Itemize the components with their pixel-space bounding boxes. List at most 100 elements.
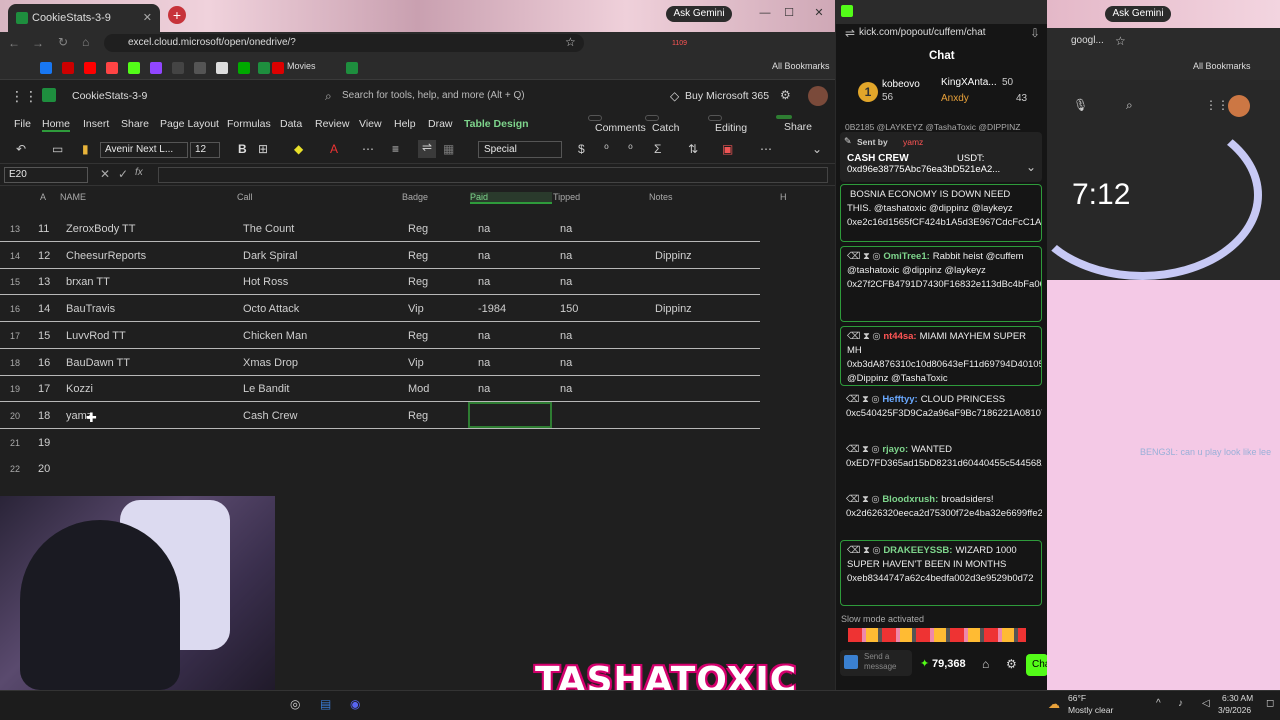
taskbar-notepad-icon[interactable]: ▤ (320, 697, 331, 711)
bookmark-icon-2[interactable] (216, 62, 228, 74)
right-address-bar[interactable]: googl... ☆ (1047, 28, 1280, 54)
right-avatar[interactable] (1228, 95, 1250, 117)
conditional-format-icon[interactable]: ▣ (722, 142, 733, 156)
menu-data[interactable]: Data (280, 118, 302, 130)
menu-view[interactable]: View (359, 118, 382, 130)
cell-index[interactable]: 14 (38, 296, 50, 322)
cell-index[interactable]: 19 (38, 430, 50, 456)
cell-notes[interactable]: Dippinz (655, 243, 692, 269)
table-row[interactable]: 19 17 Kozzi Le Bandit Mod na na (0, 376, 760, 403)
cell-badge[interactable]: Reg (408, 243, 428, 269)
menu-share[interactable]: Share (121, 118, 149, 130)
increase-decimal-icon[interactable]: ⁰ (628, 142, 633, 156)
cell-index[interactable]: 17 (38, 376, 50, 402)
chat-username[interactable]: OmiTree1: (883, 251, 929, 262)
mod-actions-icon[interactable]: ⌫ ⧗ ◎ (847, 251, 883, 262)
col-letter-a[interactable]: A (40, 192, 46, 204)
cell-call[interactable]: Le Bandit (243, 376, 289, 402)
chat-settings-icon[interactable]: ⚙ (1006, 657, 1017, 671)
cell-paid[interactable]: na (478, 323, 490, 349)
bookmark-icon-5[interactable] (346, 62, 358, 74)
decrease-decimal-icon[interactable]: ⁰ (604, 142, 609, 156)
editing-dropdown[interactable]: Editing (708, 115, 747, 134)
cell-call[interactable]: Dark Spiral (243, 243, 297, 269)
format-painter-icon[interactable]: ▮ (82, 142, 89, 156)
cell-index[interactable]: 12 (38, 243, 50, 269)
font-size-select[interactable]: 12 (190, 142, 220, 158)
back-icon[interactable]: ← (8, 36, 20, 50)
all-bookmarks[interactable]: All Bookmarks (772, 61, 830, 71)
cell-paid[interactable]: -1984 (478, 296, 506, 322)
cell-tipped[interactable]: na (560, 350, 572, 376)
minimize-icon[interactable]: — (758, 6, 772, 20)
menu-table-design[interactable]: Table Design (464, 118, 529, 130)
tab-cookiestats[interactable]: CookieStats-3-9 ✕ (8, 4, 160, 32)
taskbar-app-icon[interactable]: ◎ (290, 697, 300, 711)
name-box[interactable]: E20 (4, 167, 88, 183)
pinned-message[interactable]: ✎ Sent by yamz CASH CREW USDT: 0xd96e387… (840, 132, 1042, 182)
comments-button[interactable]: Comments (588, 115, 646, 134)
table-row[interactable]: 14 12 CheesurReports Dark Spiral Reg na na Dipp… (0, 243, 760, 269)
chat-message[interactable]: ⌫ ⧗ ◎ OmiTree1: Rabbit heist @cuffem @tas… (840, 246, 1042, 322)
table-row[interactable]: 16 14 BauTravis Octo Attack Vip -1984 150 Dippi… (0, 296, 760, 323)
cell-tipped[interactable]: 150 (560, 296, 578, 322)
facebook-icon[interactable] (40, 62, 52, 74)
bookmark-red-icon[interactable] (62, 62, 74, 74)
cell-name[interactable]: BauTravis (66, 296, 115, 322)
cell-call[interactable]: Chicken Man (243, 323, 307, 349)
notifications-icon[interactable]: ◻ (1266, 698, 1274, 709)
font-name-select[interactable]: Avenir Next L... (100, 142, 188, 158)
search-icon-right[interactable]: ⌕ (1126, 98, 1133, 113)
row-number[interactable]: 20 (0, 403, 30, 429)
collapse-ribbon-icon[interactable]: ⌄ (812, 142, 822, 156)
cell-notes[interactable]: Dippinz (655, 296, 692, 322)
merge-icon[interactable]: ▦ (443, 142, 454, 156)
align-icon[interactable]: ≡ (392, 142, 399, 156)
close-window-icon[interactable]: ✕ (812, 6, 826, 20)
col-letter-h[interactable]: H (780, 192, 787, 204)
chat-message[interactable]: ⌫ ⧗ ◎ Bloodxrush: broadsiders! 0x2d626320… (840, 490, 1042, 536)
clipboard-icon[interactable]: ▭ (52, 142, 63, 156)
cell-index[interactable]: 16 (38, 350, 50, 376)
store-icon[interactable]: ⌂ (982, 657, 989, 671)
discord-icon[interactable]: ◉ (350, 697, 360, 711)
cell-name[interactable]: LuvvRod TT (66, 323, 126, 349)
cancel-formula-icon[interactable]: ✕ (100, 167, 110, 181)
clock-date[interactable]: 3/9/2026 (1218, 705, 1251, 715)
leader-2-name[interactable]: KingXAnta... (941, 77, 997, 88)
cell-badge[interactable]: Mod (408, 376, 429, 402)
movies-icon[interactable] (272, 62, 284, 74)
cell-tipped[interactable]: na (560, 216, 572, 242)
speaker-icon[interactable]: ◁ (1202, 698, 1210, 709)
number-format-select[interactable]: Special (478, 141, 562, 158)
youtube-icon[interactable] (84, 62, 96, 74)
cell-tipped[interactable]: na (560, 323, 572, 349)
cell-paid[interactable]: na (478, 243, 490, 269)
borders-icon[interactable]: ⊞ (258, 142, 268, 156)
mic-icon[interactable]: 🎙 (1073, 98, 1088, 112)
toolbar-more-icon[interactable]: ⋯ (760, 142, 772, 156)
cell-badge[interactable]: Vip (408, 350, 424, 376)
cell-tipped[interactable]: na (560, 243, 572, 269)
row-number[interactable]: 17 (0, 323, 30, 349)
right-bookmark-star-icon[interactable]: ☆ (1115, 34, 1126, 48)
row-number[interactable]: 14 (0, 243, 30, 269)
row-number[interactable]: 16 (0, 296, 30, 322)
sort-filter-icon[interactable]: ⇅ (688, 142, 698, 156)
wrap-text-icon[interactable]: ⇌ (418, 140, 436, 158)
movies-bookmark[interactable]: Movies (287, 61, 316, 71)
accept-formula-icon[interactable]: ✓ (118, 167, 128, 181)
new-tab-button[interactable]: + (168, 6, 186, 24)
chat-message[interactable]: ⌫ ⧗ ◎ DRAKEEYSSB: WIZARD 1000 SUPER HAVEN… (840, 540, 1042, 606)
leader-3-name[interactable]: Anxdy (941, 93, 969, 104)
font-color-icon[interactable]: A (330, 142, 338, 156)
twitch-icon[interactable] (150, 62, 162, 74)
cell-badge[interactable]: Reg (408, 323, 428, 349)
bold-button[interactable]: B (238, 142, 247, 156)
chat-username[interactable]: Hefftyy: (882, 394, 917, 405)
emote-picker-icon[interactable] (844, 655, 858, 669)
x-icon-2[interactable] (194, 62, 206, 74)
bookmark-icon[interactable] (106, 62, 118, 74)
table-row[interactable]: 15 13 brxan TT Hot Ross Reg na na (0, 269, 760, 296)
cell-paid[interactable]: na (478, 350, 490, 376)
